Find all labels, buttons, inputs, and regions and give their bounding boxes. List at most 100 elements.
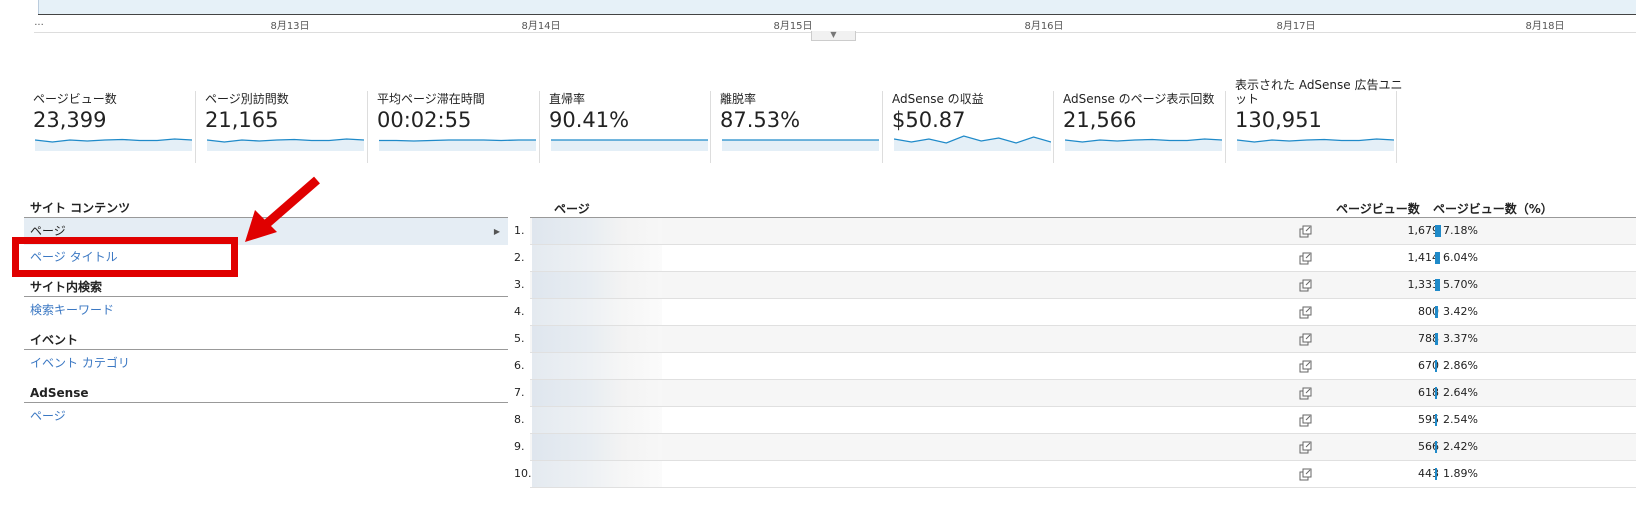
row-number: 6. — [514, 359, 525, 372]
table-row[interactable]: 7. 618 2.64% — [514, 380, 1636, 407]
metric-value: 21,566 — [1063, 108, 1137, 132]
pageviews-percent-value: 3.42% — [1443, 305, 1478, 318]
timeline-area — [38, 0, 1636, 14]
percent-bar — [1435, 333, 1438, 345]
table-header: ページ ページビュー数 ページビュー数（%） — [530, 199, 1636, 218]
metric-divider — [1396, 91, 1397, 163]
nav-item-adsense-page[interactable]: ページ — [24, 403, 508, 430]
timeline-tick: 8月13日 — [270, 21, 310, 32]
row-number: 3. — [514, 278, 525, 291]
redacted-page-path[interactable] — [532, 434, 662, 460]
pageviews-percent-value: 2.64% — [1443, 386, 1478, 399]
column-header-pageviews-percent[interactable]: ページビュー数（%） — [1433, 200, 1553, 217]
metric-value: $50.87 — [892, 108, 966, 132]
chevron-right-icon: ▶ — [493, 227, 500, 236]
metric-sparkline — [35, 138, 192, 151]
metric-label: ページ別訪問数 — [205, 92, 289, 106]
redacted-page-path[interactable] — [532, 272, 662, 298]
nav-item-search-keyword[interactable]: 検索キーワード — [24, 297, 508, 324]
pageviews-percent-value: 2.42% — [1443, 440, 1478, 453]
metric-sparkline — [722, 139, 879, 151]
external-link-icon[interactable] — [1298, 353, 1312, 379]
table-row[interactable]: 6. 670 2.86% — [514, 353, 1636, 380]
table-row[interactable]: 10. 443 1.89% — [514, 461, 1636, 488]
metric-label-line: 表示された AdSense 広告ユニ — [1235, 78, 1403, 92]
redacted-page-path[interactable] — [532, 461, 662, 487]
nav-item-label: ページ — [30, 224, 66, 238]
redacted-page-path[interactable] — [532, 380, 662, 406]
external-link-icon[interactable] — [1298, 407, 1312, 433]
metric-value: 00:02:55 — [377, 108, 472, 132]
metric-label: 離脱率 — [720, 92, 757, 106]
metric-adsense-ad-units[interactable]: 表示された AdSense 広告ユニ ット 130,951 — [1235, 78, 1405, 163]
metric-label: 直帰率 — [549, 92, 586, 106]
timeline-axis — [38, 14, 1636, 15]
table-row[interactable]: 8. 595 2.54% — [514, 407, 1636, 434]
metric-adsense-revenue[interactable]: AdSense の収益 $50.87 — [892, 85, 1062, 163]
sparkline-area — [379, 140, 536, 151]
external-link-icon[interactable] — [1298, 245, 1312, 271]
percent-bar — [1435, 279, 1440, 291]
redacted-page-path[interactable] — [532, 353, 662, 379]
table-row[interactable]: 5. 788 3.37% — [514, 326, 1636, 353]
table-row[interactable]: 9. 566 2.42% — [514, 434, 1636, 461]
redacted-page-path[interactable] — [532, 407, 662, 433]
external-link-icon[interactable] — [1298, 326, 1312, 352]
sparkline-area — [551, 140, 708, 151]
timeline-tick: 8月16日 — [1024, 21, 1064, 32]
metric-sparkline — [894, 135, 1051, 151]
pageviews-percent-value: 3.37% — [1443, 332, 1478, 345]
metric-value: 21,165 — [205, 108, 279, 132]
sparkline-area — [722, 140, 879, 151]
timeline-tick: 8月15日 — [773, 21, 813, 32]
external-link-icon[interactable] — [1298, 272, 1312, 298]
nav-header-adsense: AdSense — [24, 385, 508, 403]
timeline-tick: 8月17日 — [1276, 21, 1316, 32]
metric-sparkline — [1237, 138, 1394, 151]
external-link-icon[interactable] — [1298, 380, 1312, 406]
pageviews-percent-value: 1.89% — [1443, 467, 1478, 480]
pageviews-percent-value: 2.54% — [1443, 413, 1478, 426]
table-row[interactable]: 1. 1,679 7.18% — [514, 218, 1636, 245]
redacted-page-path[interactable] — [532, 299, 662, 325]
metric-sparkline — [207, 138, 364, 151]
metric-avg-time-on-page[interactable]: 平均ページ滞在時間 00:02:55 — [377, 85, 547, 163]
nav-item-event-category[interactable]: イベント カテゴリ — [24, 350, 508, 377]
redacted-page-path[interactable] — [532, 245, 662, 271]
column-header-page[interactable]: ページ — [554, 200, 590, 217]
annotation-arrow-icon — [245, 176, 320, 242]
metric-divider — [195, 91, 196, 163]
metric-pageviews[interactable]: ページビュー数 23,399 — [33, 85, 203, 163]
external-link-icon[interactable] — [1298, 218, 1312, 244]
metric-divider — [367, 91, 368, 163]
pageviews-percent-value: 2.86% — [1443, 359, 1478, 372]
metric-value: 23,399 — [33, 108, 107, 132]
row-number: 5. — [514, 332, 525, 345]
timeline-collapse-handle[interactable]: ▼ — [811, 31, 856, 41]
metric-divider — [1053, 91, 1054, 163]
timeline-tick: ... — [34, 17, 44, 28]
redacted-page-path[interactable] — [532, 218, 662, 244]
column-header-pageviews[interactable]: ページビュー数 — [1336, 200, 1420, 217]
external-link-icon[interactable] — [1298, 434, 1312, 460]
nav-header-event: イベント — [24, 332, 508, 350]
external-link-icon[interactable] — [1298, 461, 1312, 487]
table-row[interactable]: 4. 800 3.42% — [514, 299, 1636, 326]
table-row[interactable]: 2. 1,414 6.04% — [514, 245, 1636, 272]
row-number: 9. — [514, 440, 525, 453]
metric-divider — [1225, 91, 1226, 163]
metric-adsense-page-impressions[interactable]: AdSense のページ表示回数 21,566 — [1063, 85, 1233, 163]
percent-bar — [1435, 441, 1437, 453]
metric-sparkline — [551, 139, 708, 151]
metric-value: 87.53% — [720, 108, 801, 132]
metric-exit-rate[interactable]: 離脱率 87.53% — [720, 85, 890, 163]
row-number: 8. — [514, 413, 525, 426]
metric-bounce-rate[interactable]: 直帰率 90.41% — [549, 85, 719, 163]
metric-label: 平均ページ滞在時間 — [377, 92, 485, 106]
table-row[interactable]: 3. 1,333 5.70% — [514, 272, 1636, 299]
redacted-page-path[interactable] — [532, 326, 662, 352]
metric-label: AdSense の収益 — [892, 92, 984, 106]
external-link-icon[interactable] — [1298, 299, 1312, 325]
metric-unique-pageviews[interactable]: ページ別訪問数 21,165 — [205, 85, 375, 163]
row-number: 4. — [514, 305, 525, 318]
